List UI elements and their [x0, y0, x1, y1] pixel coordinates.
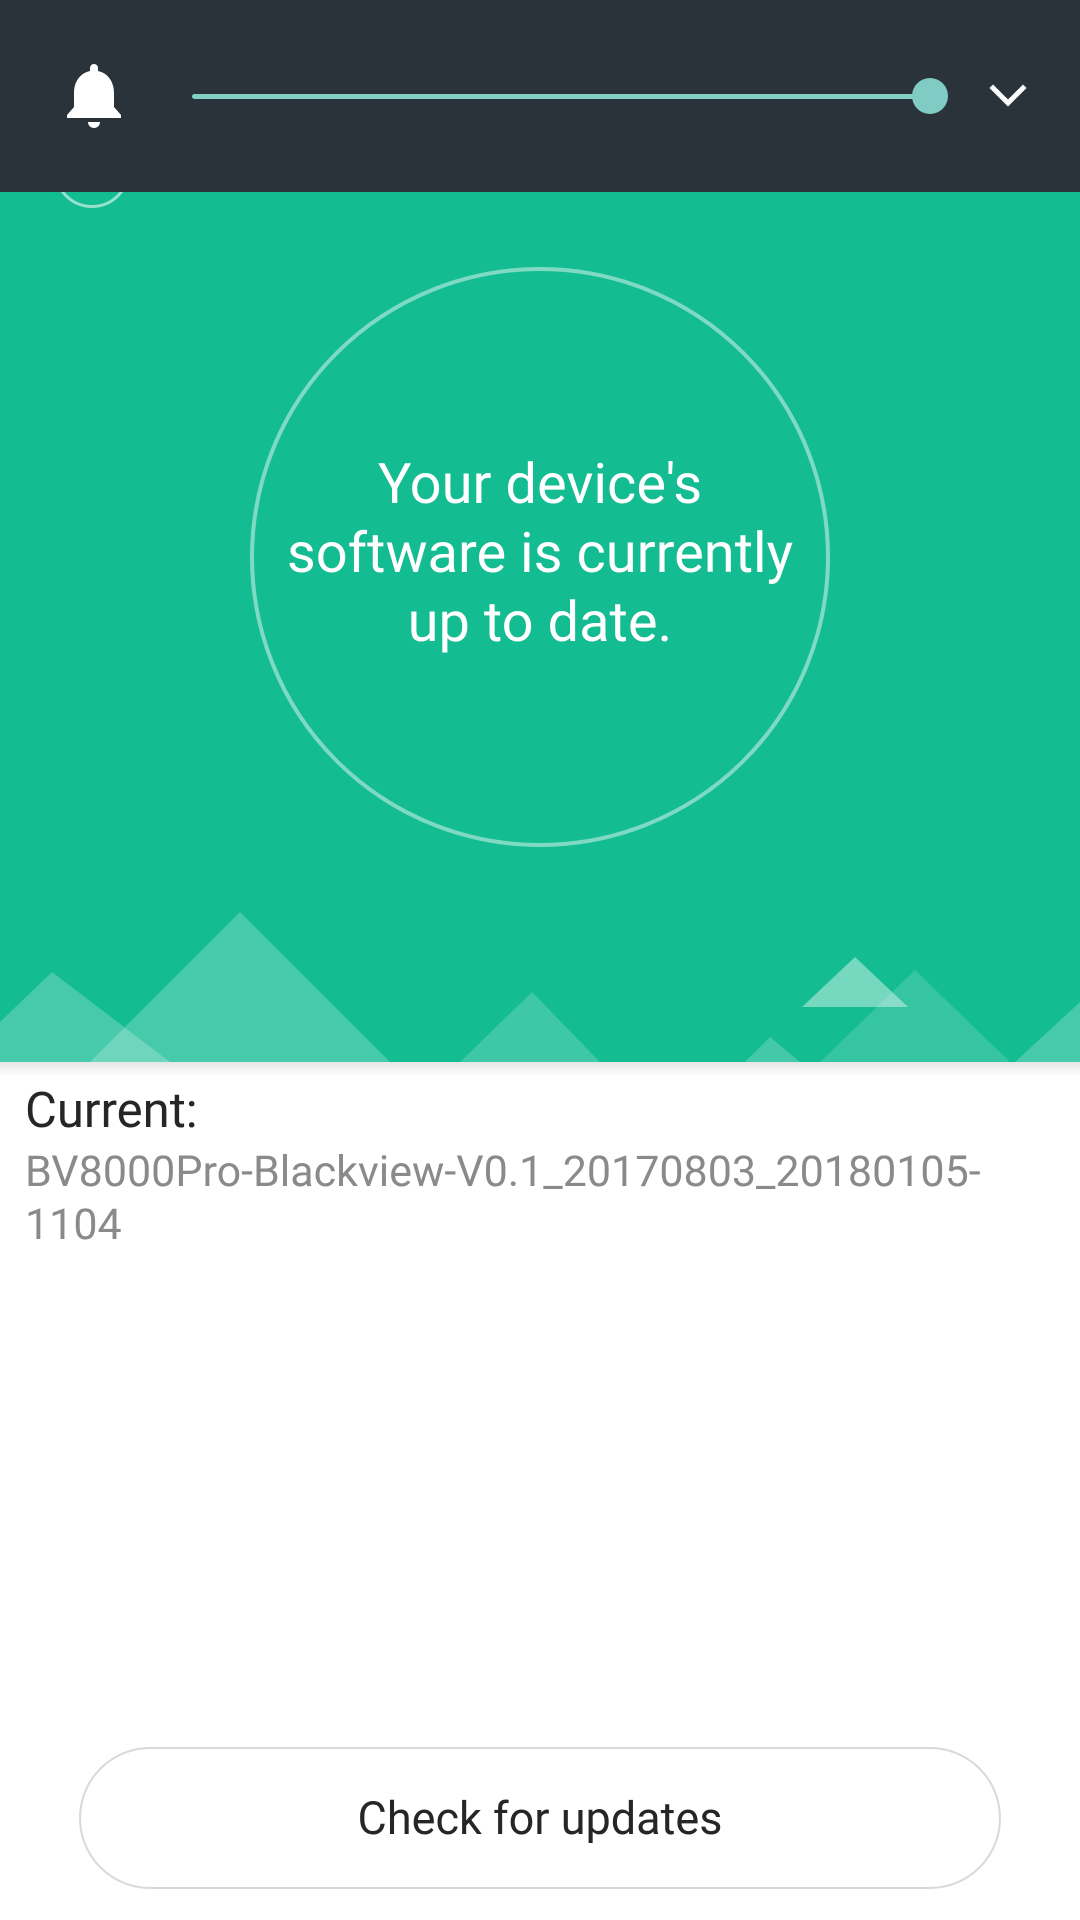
status-message: Your device's software is currently up t…	[286, 450, 794, 655]
current-version-value: BV8000Pro-Blackview-V0.1_20170803_201801…	[25, 1147, 981, 1250]
notification-volume-bar	[0, 0, 1080, 192]
slider-thumb[interactable]	[912, 78, 948, 114]
bell-icon[interactable]	[64, 62, 124, 130]
chevron-down-icon[interactable]	[988, 82, 1028, 112]
panel-shadow	[0, 1062, 1080, 1076]
update-status-panel: Your device's software is currently up t…	[0, 192, 1080, 1062]
slider-track[interactable]	[192, 94, 930, 99]
current-version-label: Current:	[25, 1082, 198, 1139]
volume-slider[interactable]	[192, 78, 948, 114]
check-for-updates-button[interactable]: Check for updates	[79, 1747, 1001, 1889]
status-circle: Your device's software is currently up t…	[250, 267, 830, 847]
